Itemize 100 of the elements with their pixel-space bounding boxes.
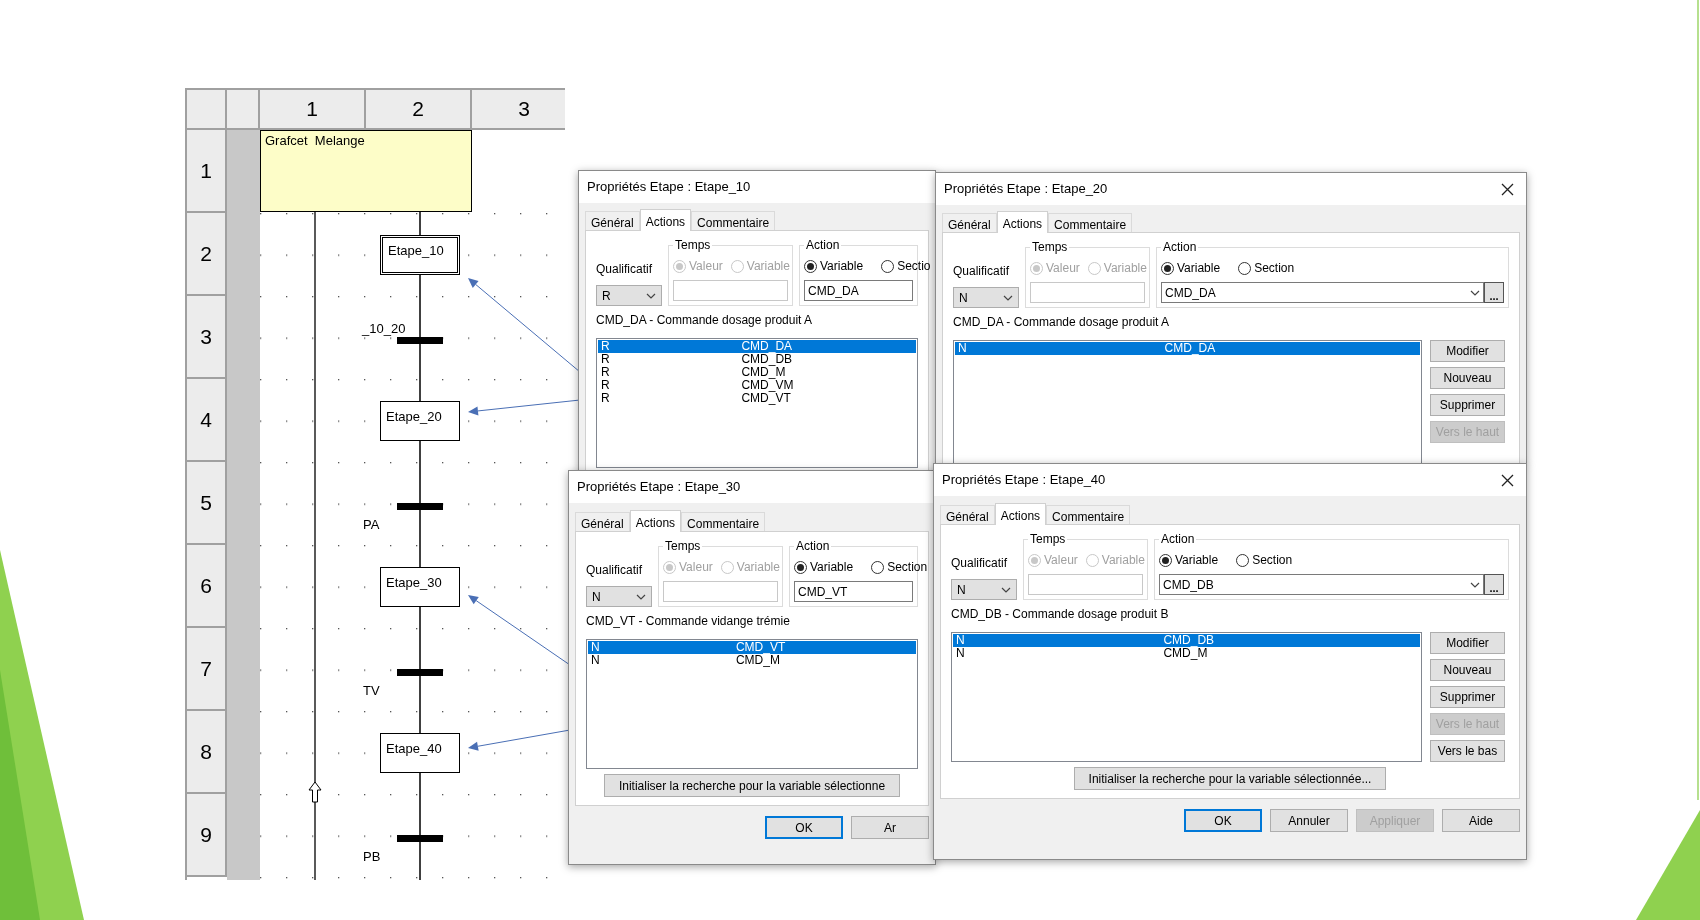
tab[interactable]: Actions <box>639 209 692 231</box>
qualifier-select[interactable]: N <box>951 579 1017 600</box>
action-row[interactable]: R CMD_DB <box>598 353 916 366</box>
action-row[interactable]: R CMD_VM <box>598 379 916 392</box>
side-button[interactable]: Supprimer <box>1430 686 1505 708</box>
row-header: 6 <box>187 545 227 628</box>
group-label: Action <box>1161 240 1199 254</box>
qualifier-label: Qualificatif <box>953 263 1011 280</box>
step-box[interactable]: Etape_30 <box>380 567 460 607</box>
tab[interactable]: Actions <box>994 503 1047 525</box>
dialog-button[interactable]: OK <box>765 816 843 839</box>
radio-button[interactable]: Variable <box>804 257 864 275</box>
transition-bar[interactable] <box>397 337 443 344</box>
group-label: Action <box>1159 532 1197 546</box>
radio-button[interactable]: Section <box>871 558 928 576</box>
tab[interactable]: Commentaire <box>691 211 776 230</box>
radio-button[interactable]: Sectio <box>881 257 931 275</box>
radio-button[interactable]: Variable <box>794 558 854 576</box>
tab[interactable]: Commentaire <box>1048 213 1133 232</box>
dialog-button[interactable]: Aide <box>1442 809 1520 832</box>
action-row[interactable]: N CMD_M <box>953 647 1420 660</box>
radio-button[interactable]: Variable <box>1161 259 1221 277</box>
time-field[interactable] <box>673 280 788 301</box>
row-header: 1 <box>187 130 227 213</box>
time-field[interactable] <box>1030 282 1145 303</box>
actions-list[interactable]: N CMD_DB N CMD_M <box>951 632 1422 762</box>
time-field[interactable] <box>663 581 778 602</box>
time-field[interactable] <box>1028 574 1143 595</box>
browse-button[interactable]: ... <box>1484 574 1504 595</box>
action-row[interactable]: N CMD_DA <box>955 342 1420 355</box>
action-row[interactable]: N CMD_DB <box>953 634 1420 647</box>
variable-field[interactable]: CMD_DA <box>804 280 913 301</box>
chevron-down-icon <box>1470 289 1480 296</box>
side-button[interactable]: Modifier <box>1430 340 1505 362</box>
browse-button[interactable]: ... <box>1484 282 1504 303</box>
step-box[interactable]: Etape_10 <box>380 235 460 275</box>
radio-button[interactable]: Section <box>1238 259 1295 277</box>
action-row[interactable]: R CMD_DA <box>598 340 916 353</box>
variable-field[interactable]: CMD_VT <box>794 581 913 602</box>
radio-button[interactable]: Variable <box>1159 551 1219 569</box>
side-button[interactable]: Modifier <box>1430 632 1505 654</box>
row-header: 5 <box>187 462 227 545</box>
action-row[interactable]: R CMD_VT <box>598 392 916 405</box>
variable-description: CMD_DA - Commande dosage produit A <box>596 312 814 329</box>
group-label: Temps <box>673 238 713 252</box>
qualifier-label: Qualificatif <box>596 261 654 278</box>
radio-button[interactable]: Section <box>1236 551 1293 569</box>
qualifier-select[interactable]: N <box>586 586 652 607</box>
dialog-button[interactable]: OK <box>1184 809 1262 832</box>
dialog-button[interactable]: Ar <box>851 816 929 839</box>
column-header: 2 <box>366 90 472 130</box>
transition-bar[interactable] <box>397 503 443 510</box>
row-header: 9 <box>187 794 227 877</box>
side-button[interactable]: Vers le bas <box>1430 740 1505 762</box>
variable-field[interactable]: CMD_DB <box>1159 574 1484 595</box>
dialog-title: Propriétés Etape : Etape_20 <box>944 180 1108 199</box>
group-label: Action <box>794 539 832 553</box>
action-row[interactable]: N CMD_VT <box>588 641 916 654</box>
variable-description: CMD_VT - Commande vidange trémie <box>586 613 791 630</box>
close-icon[interactable] <box>1501 473 1514 487</box>
transition-bar[interactable] <box>397 669 443 676</box>
tab[interactable]: Général <box>942 213 997 232</box>
chevron-down-icon <box>1470 581 1480 588</box>
search-init-button[interactable]: Initialiser la recherche pour la variable sélectionne <box>603 774 901 797</box>
group-label: Action <box>804 238 842 252</box>
step-box[interactable]: Etape_20 <box>380 401 460 441</box>
close-icon[interactable] <box>1501 182 1514 196</box>
actions-list[interactable]: R CMD_DA R CMD_DB R CMD_M R CMD_VM R CMD_VT <box>596 338 918 468</box>
group-label: Temps <box>663 539 703 553</box>
side-button[interactable]: Nouveau <box>1430 659 1505 681</box>
side-button[interactable]: Nouveau <box>1430 367 1505 389</box>
side-button[interactable]: Supprimer <box>1430 394 1505 416</box>
tab[interactable]: Actions <box>629 510 682 532</box>
step-box[interactable]: Etape_40 <box>380 733 460 773</box>
qualifier-select[interactable]: N <box>953 287 1019 308</box>
variable-description: CMD_DB - Commande dosage produit B <box>951 606 1170 623</box>
search-init-button[interactable]: Initialiser la recherche pour la variable sélectionnée... <box>1073 767 1387 790</box>
row-header: 4 <box>187 379 227 462</box>
transition-label: TV <box>363 682 380 700</box>
dialog-button[interactable]: Annuler <box>1270 809 1348 832</box>
variable-field[interactable]: CMD_DA <box>1161 282 1484 303</box>
tab[interactable]: Actions <box>996 211 1049 233</box>
action-row[interactable]: R CMD_M <box>598 366 916 379</box>
action-row[interactable]: N CMD_M <box>588 654 916 667</box>
transition-bar[interactable] <box>397 835 443 842</box>
tab[interactable]: Commentaire <box>1046 505 1131 524</box>
qualifier-label: Qualificatif <box>951 555 1009 572</box>
chevron-down-icon <box>1001 586 1011 593</box>
transition-label: PB <box>363 848 381 866</box>
tab[interactable]: Général <box>585 211 640 230</box>
row-header: 8 <box>187 711 227 794</box>
actions-list[interactable]: N CMD_VT N CMD_M <box>586 639 918 769</box>
actions-list[interactable]: N CMD_DA <box>953 340 1422 463</box>
qualifier-select[interactable]: R <box>596 285 662 306</box>
chevron-down-icon <box>636 593 646 600</box>
group-label: Temps <box>1028 532 1068 546</box>
chevron-down-icon <box>1003 294 1013 301</box>
tab[interactable]: Commentaire <box>681 512 766 531</box>
tab[interactable]: Général <box>575 512 630 531</box>
tab[interactable]: Général <box>940 505 995 524</box>
